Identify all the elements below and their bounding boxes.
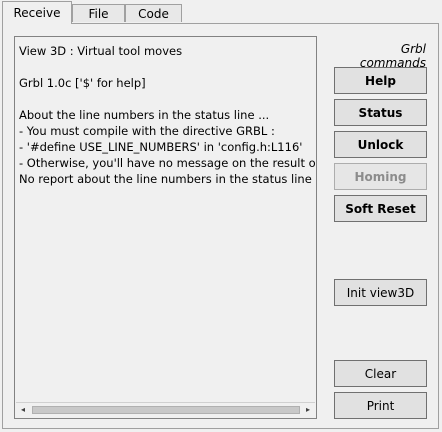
console-line: - Otherwise, you'll have no message on t…: [19, 156, 315, 170]
console-line: Grbl 1.0c ['$' for help]: [19, 76, 146, 90]
tab-file[interactable]: File: [72, 4, 125, 22]
help-button[interactable]: Help: [334, 67, 427, 94]
grbl-commands-title: Grbl commands: [359, 42, 426, 70]
console-line: View 3D : Virtual tool moves: [19, 44, 183, 58]
console-line: No report about the line numbers in the …: [19, 172, 315, 186]
console-line: - You must compile with the directive GR…: [19, 124, 275, 138]
homing-cycle-button[interactable]: Homing Cycle: [334, 163, 427, 209]
horizontal-scrollbar[interactable]: ◂ ▸: [16, 402, 315, 417]
scroll-left-icon[interactable]: ◂: [17, 404, 29, 416]
tab-bar: Receive File Code: [2, 0, 440, 24]
console-output[interactable]: View 3D : Virtual tool moves Grbl 1.0c […: [14, 36, 317, 419]
status-button[interactable]: Status: [334, 99, 427, 126]
clear-button[interactable]: Clear: [334, 360, 427, 387]
unlock-button[interactable]: Unlock: [334, 131, 427, 158]
init-view3d-button[interactable]: Init view3D: [334, 279, 427, 306]
print-button[interactable]: Print: [334, 392, 427, 419]
console-line: - '#define USE_LINE_NUMBERS' in 'config.…: [19, 140, 303, 154]
soft-reset-button[interactable]: Soft Reset: [334, 195, 427, 222]
console-line: About the line numbers in the status lin…: [19, 108, 270, 122]
scroll-thumb[interactable]: [32, 406, 300, 414]
tab-code[interactable]: Code: [125, 4, 182, 22]
tab-receive[interactable]: Receive: [2, 1, 72, 24]
console-text: View 3D : Virtual tool moves Grbl 1.0c […: [19, 43, 315, 403]
scroll-right-icon[interactable]: ▸: [302, 404, 314, 416]
